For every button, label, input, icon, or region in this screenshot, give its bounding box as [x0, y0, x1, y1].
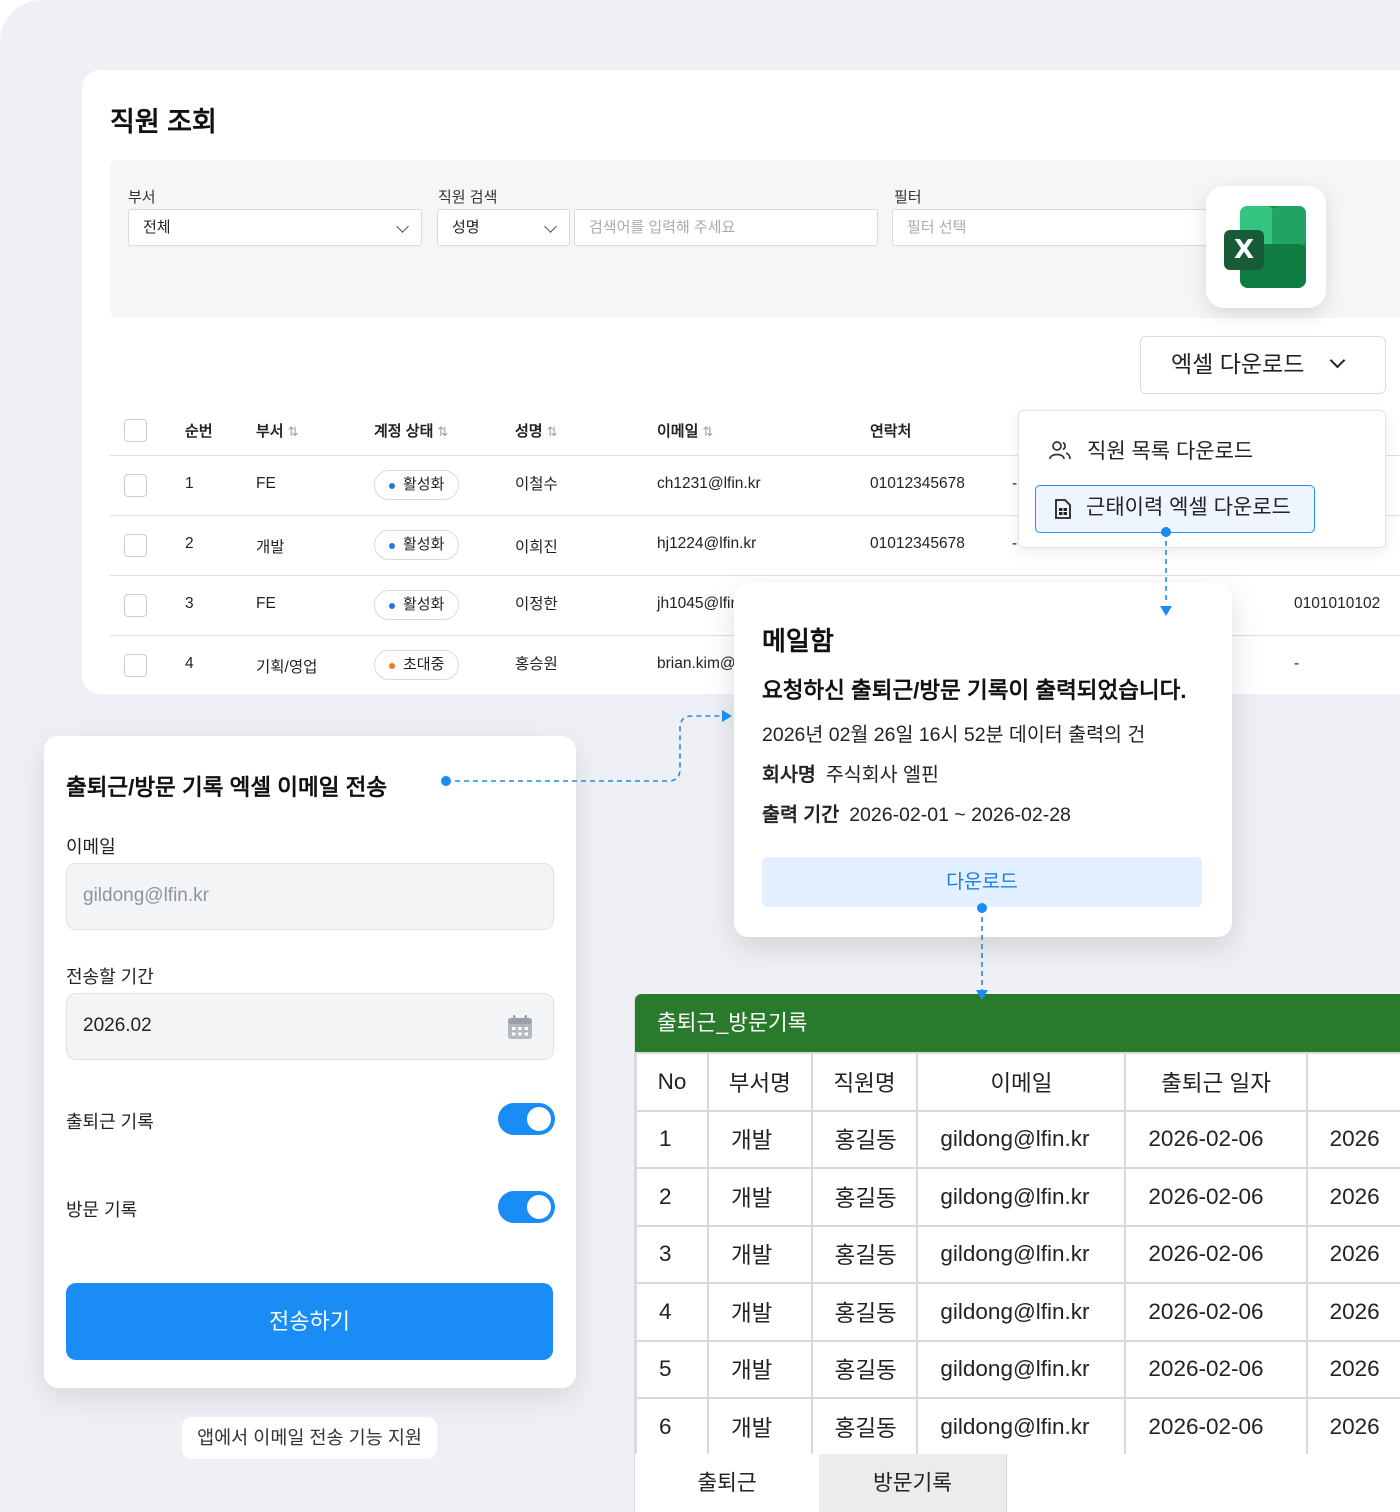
arrow-down-icon	[1160, 606, 1172, 616]
arrow-down-icon	[976, 990, 988, 1000]
connector-dot	[441, 776, 451, 786]
canvas: 직원 조회 부서 전체 직원 검색 성명 검색어를 입력해 주세요 필터 필터 …	[0, 0, 1400, 1512]
connector-dot	[1161, 527, 1171, 537]
arrow-right-icon	[722, 710, 732, 722]
connector-dot	[977, 903, 987, 913]
connector-form-to-mail	[446, 715, 724, 782]
flow-connectors	[441, 527, 1172, 1000]
